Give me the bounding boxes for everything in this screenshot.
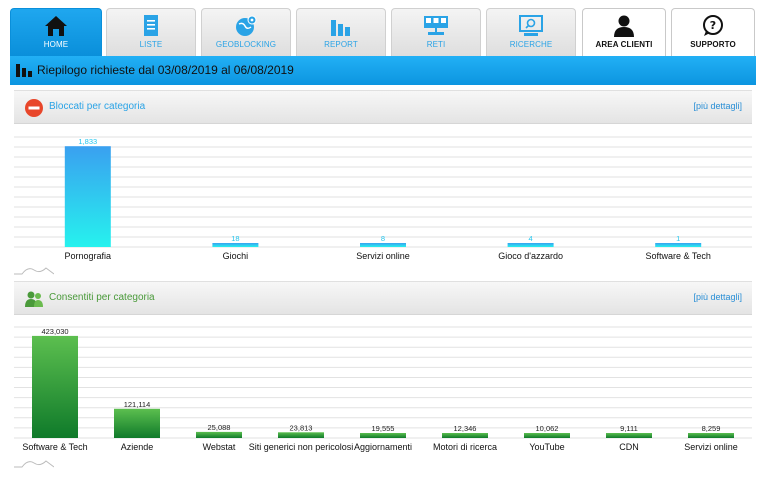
- category-tick-label: Gioco d'azzardo: [498, 251, 563, 261]
- globe-pin-icon: [236, 15, 257, 36]
- search-monitor-icon: [519, 15, 543, 36]
- chart-bar[interactable]: [606, 433, 652, 438]
- category-tick-label: Webstat: [203, 442, 236, 452]
- category-tick-label: YouTube: [529, 442, 564, 452]
- tab-geoblocking[interactable]: GEOBLOCKING: [201, 8, 291, 56]
- category-tick-label: Software & Tech: [646, 251, 711, 261]
- tab-area-clienti[interactable]: AREA CLIENTI: [582, 8, 666, 56]
- chart-resize-handle[interactable]: [14, 265, 54, 275]
- chart-bar[interactable]: [507, 243, 554, 247]
- tab-liste[interactable]: LISTE: [106, 8, 196, 56]
- chart-bar[interactable]: [360, 433, 406, 438]
- bar-chart-icon: [331, 20, 350, 36]
- category-tick-label: Aziende: [121, 442, 154, 452]
- chart-bar[interactable]: [688, 433, 734, 438]
- tab-supporto[interactable]: ? SUPPORTO: [671, 8, 755, 56]
- tab-reti-label: RETI: [426, 40, 446, 49]
- home-icon: [45, 16, 67, 36]
- bar-value-label: 23,813: [290, 423, 313, 432]
- category-tick-label: CDN: [619, 442, 639, 452]
- blocked-panel-header: Bloccati per categoria [più dettagli]: [14, 90, 752, 124]
- chart-bar[interactable]: [278, 432, 324, 438]
- allowed-panel-title: Consentiti per categoria: [49, 292, 155, 303]
- bar-value-label: 19,555: [372, 424, 395, 433]
- blocked-more-details-link[interactable]: [più dettagli]: [693, 101, 742, 111]
- category-tick-label: Pornografia: [65, 251, 112, 261]
- users-allowed-icon: [25, 291, 43, 307]
- tab-report-label: REPORT: [324, 40, 358, 49]
- tab-report[interactable]: REPORT: [296, 8, 386, 56]
- tab-liste-label: LISTE: [139, 40, 163, 49]
- network-icon: [424, 16, 448, 35]
- category-tick-label: Servizi online: [684, 442, 738, 452]
- support-chat-icon: ?: [703, 15, 723, 36]
- allowed-more-details-link[interactable]: [più dettagli]: [693, 292, 742, 302]
- bar-value-label: 10,062: [536, 424, 559, 433]
- bar-value-label: 8: [381, 234, 385, 243]
- chart-bar[interactable]: [114, 408, 160, 438]
- allowed-chart: 423,030 Software & Tech 121,114 Aziende 25,0…: [14, 322, 752, 456]
- category-tick-label: Servizi online: [356, 251, 410, 261]
- tab-home-label: HOME: [43, 40, 69, 49]
- category-tick-label: Siti generici non pericolosi: [249, 442, 354, 452]
- tab-geoblocking-label: GEOBLOCKING: [215, 40, 277, 49]
- chart-bar[interactable]: [360, 243, 406, 247]
- category-tick-label: Software & Tech: [22, 442, 87, 452]
- bar-value-label: 25,088: [208, 423, 231, 432]
- chart-bar[interactable]: [442, 433, 488, 438]
- bar-value-label: 4: [529, 234, 533, 243]
- blocked-icon: [25, 99, 43, 117]
- category-tick-label: Motori di ricerca: [433, 442, 497, 452]
- bar-value-label: 1: [676, 234, 680, 243]
- allowed-chart-svg: 423,030 Software & Tech 121,114 Aziende 25,0…: [14, 326, 752, 452]
- chart-bar[interactable]: [32, 335, 78, 438]
- chart-bar[interactable]: [196, 431, 242, 438]
- blocked-chart-svg: 1,833 Pornografia 18 Giochi 8 Servizi online 4…: [14, 136, 752, 261]
- bar-value-label: 18: [231, 234, 239, 243]
- tab-ricerche[interactable]: RICERCHE: [486, 8, 576, 56]
- summary-text: Riepilogo richieste dal 03/08/2019 al 06…: [37, 63, 294, 77]
- chart-bar[interactable]: [212, 243, 259, 247]
- bar-value-label: 8,259: [702, 424, 721, 433]
- main-nav: HOME LISTE GEOBLOCKING REPORT RETI RICER…: [0, 0, 770, 56]
- bar-chart-icon: [16, 64, 32, 77]
- tab-area-clienti-label: AREA CLIENTI: [595, 40, 653, 49]
- blocked-panel-title: Bloccati per categoria: [49, 101, 146, 112]
- category-tick-label: Aggiornamenti: [354, 442, 412, 452]
- bar-value-label: 12,346: [454, 424, 477, 433]
- tab-reti[interactable]: RETI: [391, 8, 481, 56]
- bar-value-label: 121,114: [124, 400, 151, 409]
- tab-home[interactable]: HOME: [10, 8, 102, 56]
- document-icon: [144, 15, 158, 36]
- user-icon: [614, 15, 634, 37]
- allowed-panel-header: Consentiti per categoria [più dettagli]: [14, 281, 752, 315]
- chart-bar[interactable]: [64, 146, 111, 247]
- bar-value-label: 9,111: [620, 424, 638, 433]
- blocked-chart: 1,833 Pornografia 18 Giochi 8 Servizi online 4…: [14, 132, 752, 264]
- svg-text:?: ?: [710, 19, 716, 32]
- bar-value-label: 423,030: [41, 327, 68, 336]
- category-tick-label: Giochi: [223, 251, 249, 261]
- bar-value-label: 1,833: [78, 137, 97, 146]
- tab-supporto-label: SUPPORTO: [690, 40, 736, 49]
- chart-bar[interactable]: [524, 433, 570, 438]
- summary-bar: Riepilogo richieste dal 03/08/2019 al 06…: [10, 56, 756, 85]
- tab-ricerche-label: RICERCHE: [509, 40, 553, 49]
- chart-resize-handle[interactable]: [14, 458, 54, 468]
- chart-bar[interactable]: [655, 243, 702, 247]
